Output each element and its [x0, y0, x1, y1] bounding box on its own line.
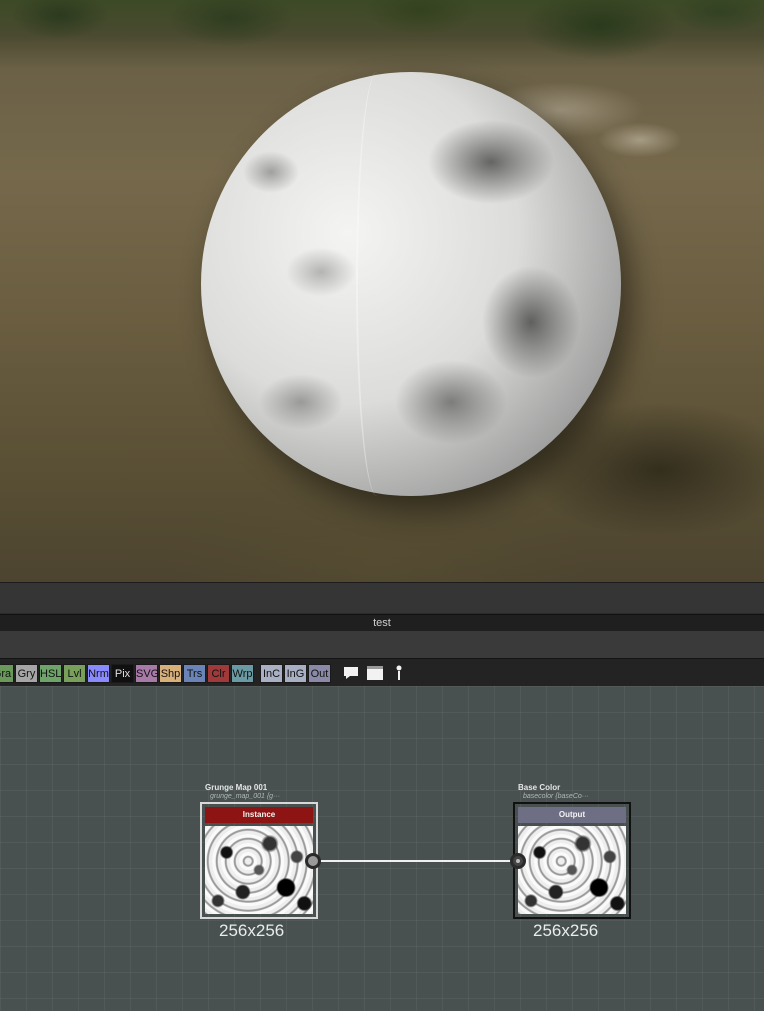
node-title: Base Color: [518, 783, 561, 792]
input-port[interactable]: [510, 853, 526, 869]
node-resolution: 256x256: [219, 921, 285, 940]
node-title: Grunge Map 001: [205, 783, 268, 792]
pin-icon[interactable]: [389, 663, 409, 683]
connection-wire-layer: [313, 860, 518, 862]
node-toolbar: Gra Gry HSL Lvl Nrm Pix SVG Shp Trs Clr …: [0, 658, 764, 687]
toolbar-button-gradient[interactable]: Gra: [0, 664, 14, 683]
toolbar-button-normal[interactable]: Nrm: [87, 664, 110, 683]
node-identifier: grunge_map_001 {g···: [210, 793, 281, 800]
sphere-uv-seam: [356, 72, 398, 496]
toolbar-button-hsl[interactable]: HSL: [39, 664, 62, 683]
node-resolution: 256x256: [533, 921, 599, 940]
toolbar-button-input-grayscale[interactable]: InG: [284, 664, 307, 683]
graph-title: test: [0, 614, 764, 632]
3d-viewport[interactable]: [0, 0, 764, 582]
node-graph-canvas[interactable]: Grunge Map 001 grunge_map_001 {g··· Inst…: [0, 686, 764, 1011]
preview-sphere: [201, 72, 621, 496]
frame-icon[interactable]: [365, 663, 385, 683]
toolbar-button-input-color[interactable]: InC: [260, 664, 283, 683]
background-trees: [0, 0, 764, 60]
comment-icon[interactable]: [341, 663, 361, 683]
toolbar-button-transform[interactable]: Trs: [183, 664, 206, 683]
toolbar-button-color[interactable]: Clr: [207, 664, 230, 683]
toolbar-button-grayscale[interactable]: Gry: [15, 664, 38, 683]
toolbar-button-output[interactable]: Out: [308, 664, 331, 683]
node-thumbnail: [205, 826, 313, 914]
output-port[interactable]: [305, 853, 321, 869]
node-base-color-output[interactable]: Output: [513, 802, 631, 919]
graph-menu-bar: [0, 631, 764, 658]
node-grunge-map[interactable]: Instance: [200, 802, 318, 919]
toolbar-button-pixel-processor[interactable]: Pix: [111, 664, 134, 683]
toolbar-button-shape[interactable]: Shp: [159, 664, 182, 683]
viewport-status-bar: [0, 582, 764, 613]
node-thumbnail: [518, 826, 626, 914]
toolbar-button-levels[interactable]: Lvl: [63, 664, 86, 683]
toolbar-button-svg[interactable]: SVG: [135, 664, 159, 683]
node-header: Instance: [205, 807, 313, 823]
node-header: Output: [518, 807, 626, 823]
toolbar-button-warp[interactable]: Wrp: [231, 664, 254, 683]
node-identifier: basecolor {baseCo···: [523, 793, 589, 800]
